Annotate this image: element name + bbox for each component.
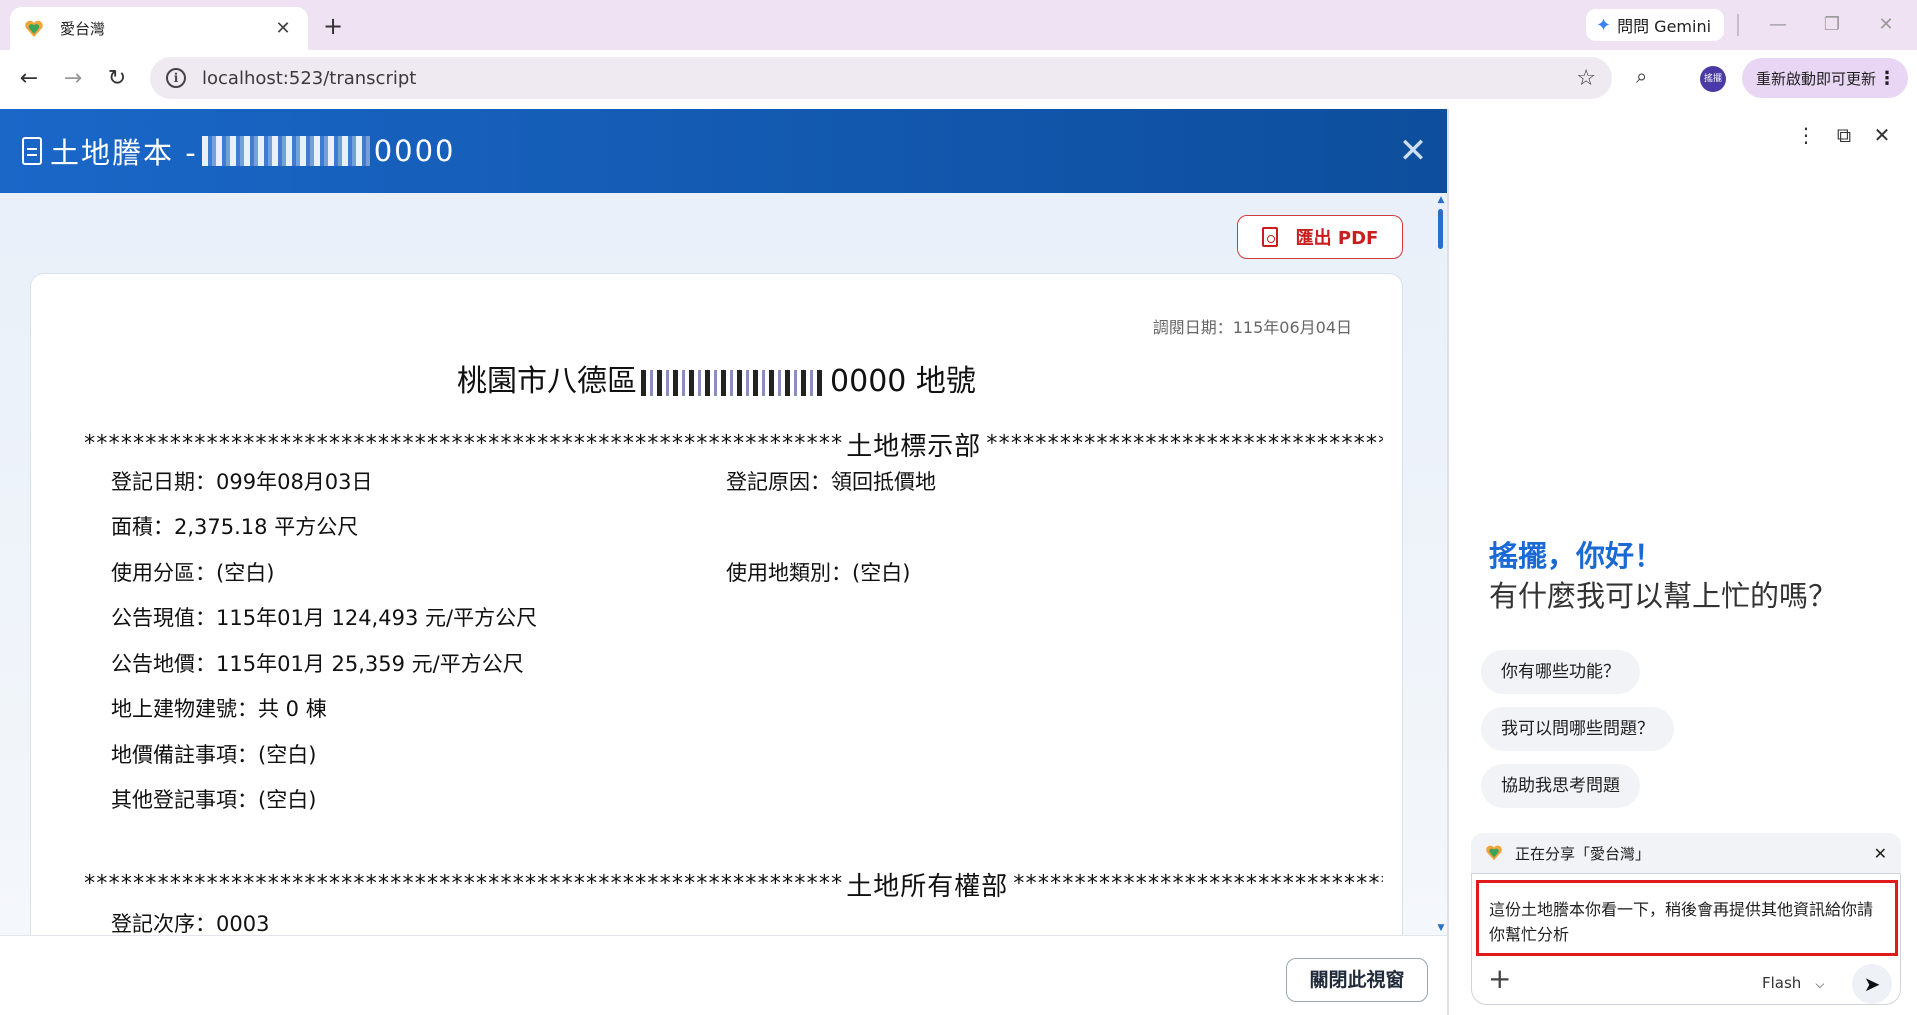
ask-gemini-label: 問問 Gemini (1617, 17, 1712, 36)
content-scrollbar[interactable]: ▲ ▼ (1436, 195, 1446, 935)
gemini-side-panel: ⋮ ⧉ ✕ 搖擺，你好！ 有什麼我可以幫上忙的嗎？ 你有哪些功能？ 我可以問哪些… (1449, 109, 1917, 1015)
tab-strip: 愛台灣 ✕ + ✦ 問問 Gemini — ❐ ✕ (0, 0, 1917, 50)
greeting-question: 有什麼我可以幫上忙的嗎？ (1489, 579, 1838, 613)
suggestion-chip[interactable]: 協助我思考問題 (1481, 764, 1640, 808)
stars-left: ****************************************… (83, 431, 843, 457)
scroll-thumb[interactable] (1438, 209, 1443, 249)
document-title-suffix: 0000 地號 (830, 364, 976, 399)
profile-avatar[interactable]: 搖擺 (1700, 66, 1726, 92)
site-info-icon[interactable]: i (166, 68, 186, 88)
prompt-input-box: 這份土地謄本你看一下，稍後會再提供其他資訊給你請你幫忙分析 + Flash ⌵ ➤ (1471, 873, 1901, 1005)
scroll-down-icon[interactable]: ▼ (1436, 923, 1446, 933)
prompt-input[interactable]: 這份土地謄本你看一下，稍後會再提供其他資訊給你請你幫忙分析 (1476, 880, 1898, 956)
document-title-prefix: 桃園市八德區 (457, 364, 638, 399)
field-reg-order: 登記次序：0003 (111, 912, 270, 935)
back-arrow-icon[interactable]: ← (14, 64, 44, 94)
window-close-icon[interactable]: ✕ (1866, 10, 1906, 40)
transcript-header: 土地謄本 - 0000 ✕ (0, 109, 1447, 193)
field-area: 面積：2,375.18 平方公尺 (111, 515, 359, 539)
heart-favicon-icon (25, 20, 43, 37)
panel-popout-icon[interactable]: ⧉ (1829, 123, 1859, 147)
more-menu-icon[interactable]: ⋮ (1878, 68, 1896, 89)
sharing-indicator: 正在分享「愛台灣」 ✕ (1471, 833, 1901, 873)
pdf-file-icon (1261, 227, 1278, 247)
suggestion-chip[interactable]: 我可以問哪些問題？ (1481, 707, 1674, 751)
minimize-icon[interactable]: — (1758, 10, 1798, 40)
section-divider-ownership: ****************************************… (83, 866, 1383, 903)
field-land-use-type: 使用地類別：(空白) (726, 561, 911, 585)
tab-title: 愛台灣 (60, 20, 106, 38)
restore-icon[interactable]: ❐ (1812, 10, 1852, 40)
address-bar[interactable]: i localhost:523/transcript ☆ (150, 57, 1612, 99)
transcript-content: 匯出 PDF 調閱日期：115年06月04日 桃園市八德區 0000 地號 ***… (0, 193, 1447, 935)
browser-toolbar: ← → ↻ i localhost:523/transcript ☆ (0, 50, 1917, 108)
scroll-up-icon[interactable]: ▲ (1436, 195, 1446, 205)
forward-arrow-icon[interactable]: → (58, 64, 88, 94)
tabstrip-separator (1737, 14, 1739, 36)
header-close-icon[interactable]: ✕ (1393, 131, 1433, 171)
document-title: 桃園市八德區 0000 地號 (31, 356, 1402, 400)
section-divider-marking: ****************************************… (83, 426, 1383, 463)
heart-favicon-icon (1486, 845, 1502, 861)
new-tab-button[interactable]: + (318, 11, 348, 41)
field-other-reg: 其他登記事項：(空白) (111, 788, 317, 812)
field-announced-value: 公告現值：115年01月 124,493 元/平方公尺 (111, 606, 538, 630)
stars-left-2: ****************************************… (83, 871, 843, 897)
panel-close-icon[interactable]: ✕ (1867, 123, 1897, 147)
export-pdf-label: 匯出 PDF (1295, 228, 1379, 249)
gemini-spark-icon: ✦ (1596, 14, 1612, 36)
suggestion-chip[interactable]: 你有哪些功能？ (1481, 650, 1640, 694)
field-reg-date: 登記日期：099年08月03日 (111, 470, 373, 494)
header-title-suffix: 0000 (373, 134, 456, 168)
browser-tab[interactable]: 愛台灣 ✕ (10, 7, 308, 50)
close-window-button[interactable]: 關閉此視窗 (1286, 958, 1428, 1002)
ask-gemini-button[interactable]: ✦ 問問 Gemini (1586, 9, 1724, 41)
section-title-ownership: 土地所有權部 (846, 872, 1009, 902)
relaunch-update-button[interactable]: 重新啟動即可更新 ⋮ (1742, 58, 1908, 98)
chevron-down-icon: ⌵ (1815, 977, 1825, 991)
bookmark-star-icon[interactable]: ☆ (1576, 66, 1596, 91)
tab-close-icon[interactable]: ✕ (272, 18, 294, 39)
send-icon[interactable]: ➤ (1852, 964, 1892, 1004)
stars-right: ****************************************… (985, 431, 1383, 457)
field-reg-reason: 登記原因：領回抵價地 (726, 470, 936, 494)
panel-more-icon[interactable]: ⋮ (1791, 123, 1821, 147)
model-selector[interactable]: Flash ⌵ (1762, 974, 1824, 992)
url-text[interactable]: localhost:523/transcript (202, 68, 1576, 89)
tab-search-icon[interactable]: ⌕ (1636, 64, 1647, 88)
section-title-marking: 土地標示部 (846, 432, 982, 462)
field-announced-price: 公告地價：115年01月 25,359 元/平方公尺 (111, 652, 524, 676)
field-zoning: 使用分區：(空白) (111, 561, 275, 585)
document-icon (22, 137, 42, 165)
stars-right-2: ****************************************… (1012, 871, 1383, 897)
greeting-name: 搖擺，你好！ (1489, 539, 1664, 573)
view-date: 調閱日期：115年06月04日 (1152, 318, 1352, 337)
sharing-label: 正在分享「愛台灣」 (1515, 844, 1651, 863)
stop-sharing-icon[interactable]: ✕ (1874, 844, 1887, 863)
redacted-lot-number (641, 369, 827, 396)
transcript-document: 調閱日期：115年06月04日 桃園市八德區 0000 地號 **********… (30, 273, 1403, 935)
export-pdf-button[interactable]: 匯出 PDF (1237, 215, 1403, 259)
reload-icon[interactable]: ↻ (102, 64, 132, 94)
add-attachment-icon[interactable]: + (1488, 962, 1511, 995)
field-price-note: 地價備註事項：(空白) (111, 743, 317, 767)
field-building-no: 地上建物建號：共 0 棟 (111, 697, 327, 721)
relaunch-update-label: 重新啟動即可更新 (1756, 69, 1877, 88)
model-label: Flash (1762, 974, 1802, 992)
header-title: 土地謄本 - (50, 136, 198, 170)
redacted-lot-name (201, 136, 370, 166)
transcript-footer: 關閉此視窗 (0, 935, 1447, 1015)
